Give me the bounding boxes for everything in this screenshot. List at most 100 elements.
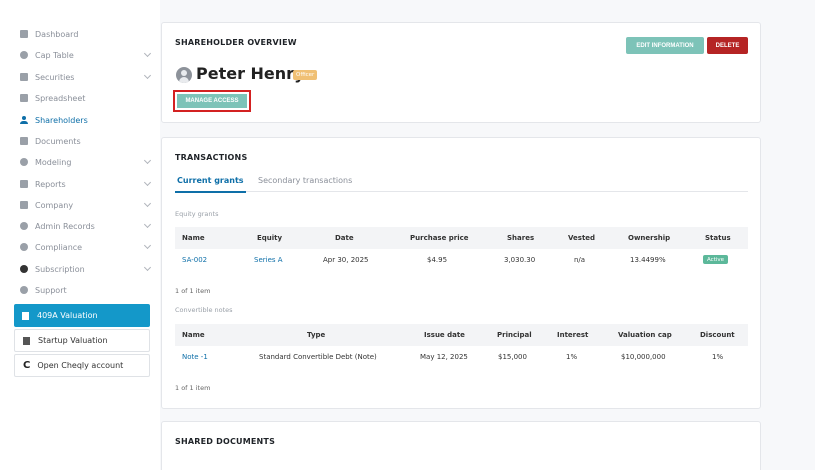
chevron-down-icon (143, 49, 152, 58)
principal-value: $15,000 (498, 353, 527, 361)
column-header: Discount (700, 331, 735, 339)
manage-access-button[interactable]: MANAGE ACCESS (177, 94, 247, 108)
edit-information-button[interactable]: EDIT INFORMATION (626, 37, 704, 54)
sidebar-item-subscription[interactable]: Subscription (20, 261, 152, 277)
open-cheqly-account-button[interactable]: C Open Cheqly account (14, 354, 150, 377)
sidebar-item-label: Cap Table (35, 50, 74, 60)
sidebar-item-label: Documents (35, 136, 81, 146)
pie-chart-icon (20, 51, 28, 59)
sidebar-item-spreadsheet[interactable]: Spreadsheet (20, 90, 152, 106)
card-title: TRANSACTIONS (175, 153, 248, 162)
column-header: Principal (497, 331, 532, 339)
shared-documents-card: SHARED DOCUMENTS (161, 421, 761, 470)
409a-valuation-button[interactable]: 409A Valuation (14, 304, 150, 327)
chevron-down-icon (143, 263, 152, 272)
startup-valuation-button[interactable]: Startup Valuation (14, 329, 150, 352)
column-header: Shares (507, 234, 535, 242)
chevron-down-icon (143, 241, 152, 250)
column-header: Status (705, 234, 731, 242)
convertible-table-header: Name Type Issue date Principal Interest … (175, 324, 748, 346)
sidebar-item-label: Support (35, 285, 67, 295)
report-icon (20, 180, 28, 188)
sidebar-item-label: Dashboard (35, 29, 79, 39)
button-label: 409A Valuation (37, 311, 98, 320)
card-title: SHARED DOCUMENTS (175, 437, 276, 446)
chevron-down-icon (143, 199, 152, 208)
valuation-cap-value: $10,000,000 (621, 353, 666, 361)
sidebar: Dashboard Cap Table Securities Spreadshe… (0, 0, 160, 470)
sidebar-item-label: Reports (35, 179, 66, 189)
column-header: Equity (257, 234, 283, 242)
column-header: Valuation cap (618, 331, 672, 339)
sidebar-item-label: Compliance (35, 242, 83, 252)
sidebar-item-shareholders[interactable]: Shareholders (20, 112, 152, 128)
sidebar-item-support[interactable]: Support (20, 282, 152, 298)
sidebar-item-label: Admin Records (35, 221, 95, 231)
chevron-down-icon (143, 71, 152, 80)
chevron-down-icon (143, 178, 152, 187)
grant-name-link[interactable]: SA-002 (182, 256, 207, 264)
support-icon (20, 286, 28, 294)
ownership-value: 13.4499% (630, 256, 666, 264)
column-header: Name (182, 331, 205, 339)
document-icon (20, 73, 28, 81)
sidebar-item-dashboard[interactable]: Dashboard (20, 26, 152, 42)
shareholder-name: Peter Henry (196, 64, 305, 83)
note-type: Standard Convertible Debt (Note) (259, 353, 377, 361)
folder-icon (20, 137, 28, 145)
sidebar-item-documents[interactable]: Documents (20, 133, 152, 149)
sidebar-item-label: Modeling (35, 157, 72, 167)
section-label-convertible-notes: Convertible notes (175, 306, 233, 314)
transactions-card: TRANSACTIONS Current grants Secondary tr… (161, 137, 761, 409)
grant-date: Apr 30, 2025 (323, 256, 369, 264)
sidebar-item-company[interactable]: Company (20, 197, 152, 213)
equity-link[interactable]: Series A (254, 256, 283, 264)
dashboard-icon (20, 30, 28, 38)
sidebar-item-securities[interactable]: Securities (20, 69, 152, 85)
sidebar-item-compliance[interactable]: Compliance (20, 239, 152, 255)
column-header: Type (307, 331, 326, 339)
note-name-link[interactable]: Note -1 (182, 353, 208, 361)
transactions-tabs: Current grants Secondary transactions (175, 173, 748, 193)
issue-date: May 12, 2025 (420, 353, 468, 361)
status-badge: Active (703, 255, 729, 264)
interest-value: 1% (566, 353, 578, 361)
column-header: Issue date (424, 331, 465, 339)
tab-secondary-transactions[interactable]: Secondary transactions (258, 176, 352, 185)
spreadsheet-icon (20, 94, 28, 102)
sidebar-item-label: Subscription (35, 264, 85, 274)
lightbulb-icon (20, 158, 28, 166)
column-header: Ownership (628, 234, 671, 242)
cheqly-logo-icon: C (23, 360, 31, 371)
sidebar-item-modeling[interactable]: Modeling (20, 154, 152, 170)
card-title: SHAREHOLDER OVERVIEW (175, 38, 297, 47)
sidebar-item-cap-table[interactable]: Cap Table (20, 47, 152, 63)
equity-item-count: 1 of 1 item (175, 287, 211, 295)
chevron-down-icon (143, 220, 152, 229)
column-header: Date (335, 234, 354, 242)
sidebar-item-reports[interactable]: Reports (20, 176, 152, 192)
equity-table-header: Name Equity Date Purchase price Shares V… (175, 227, 748, 249)
document-icon (23, 336, 30, 345)
delete-button[interactable]: DELETE (707, 37, 748, 54)
column-header: Interest (557, 331, 589, 339)
discount-value: 1% (712, 353, 724, 361)
document-icon (22, 311, 29, 320)
column-header: Name (182, 234, 205, 242)
shares-value: 3,030.30 (504, 256, 536, 264)
sidebar-item-label: Company (35, 200, 74, 210)
column-header: Purchase price (410, 234, 469, 242)
purchase-price: $4.95 (427, 256, 448, 264)
pen-icon (20, 222, 28, 230)
avatar (176, 67, 192, 83)
button-label: Open Cheqly account (37, 361, 124, 370)
button-label: Startup Valuation (38, 336, 108, 345)
sidebar-item-label: Securities (35, 72, 75, 82)
sidebar-item-label: Shareholders (35, 115, 88, 125)
manage-access-highlight: MANAGE ACCESS (173, 90, 251, 112)
convertible-item-count: 1 of 1 item (175, 384, 211, 392)
shareholder-overview-card: SHAREHOLDER OVERVIEW EDIT INFORMATION DE… (161, 22, 761, 123)
sidebar-item-admin-records[interactable]: Admin Records (20, 218, 152, 234)
tab-current-grants[interactable]: Current grants (175, 176, 246, 193)
officer-badge: Officer (293, 70, 318, 80)
